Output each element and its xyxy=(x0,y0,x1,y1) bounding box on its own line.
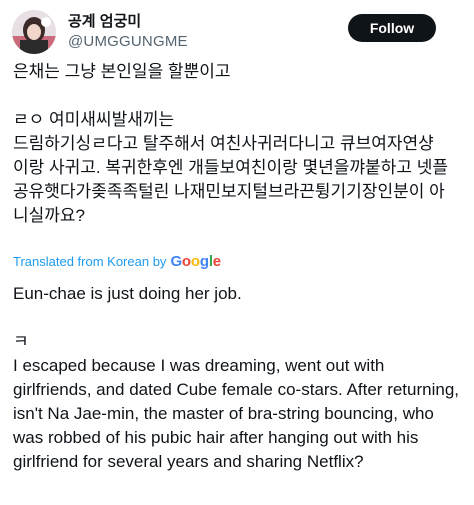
google-logo-letter: G xyxy=(170,253,182,270)
google-logo: Google xyxy=(170,252,221,272)
translated-line: Eun-chae is just doing her job. xyxy=(13,284,242,303)
user-names: 공계 엄궁미 @UMGGUNGME xyxy=(68,12,188,52)
google-logo-letter: o xyxy=(181,253,191,270)
tweet-line: 이랑 사귀고. 복귀한후엔 개들보여친이랑 몇년을꺄붙하고 넷플 xyxy=(13,158,448,177)
google-logo-letter: o xyxy=(190,253,200,270)
google-logo-letter: e xyxy=(212,253,221,270)
tweet-line: 니실까요? xyxy=(13,206,86,225)
tweet-line: 드림하기싱ㄹ다고 탈주해서 여친사귀러다니고 큐브여자연샹 xyxy=(13,134,434,153)
tweet-line: ㄹㅇ 여미새씨발새끼는 xyxy=(13,110,175,129)
google-logo-letter: g xyxy=(199,253,209,270)
tweet-header: 공계 엄궁미 @UMGGUNGME Follow xyxy=(12,10,462,54)
tweet-line: 공유햇다가좆족족털린 나재민보지털브라끈튕기기장인분이 아 xyxy=(13,182,445,201)
translated-from-note[interactable]: Translated from Korean by Google xyxy=(13,252,221,272)
avatar-image xyxy=(12,10,56,54)
translated-from-label: Translated from Korean by xyxy=(13,254,167,269)
user-handle[interactable]: @UMGGUNGME xyxy=(68,32,188,52)
translated-line: ㅋ xyxy=(13,332,29,351)
translated-text: Eun-chae is just doing her job. ㅋ I esca… xyxy=(13,282,463,474)
tweet-text: 은채는 그냥 본인일을 할뿐이고 ㄹㅇ 여미새씨발새끼는 드림하기싱ㄹ다고 탈주… xyxy=(13,60,465,228)
avatar[interactable] xyxy=(12,10,56,54)
follow-button[interactable]: Follow xyxy=(348,14,436,42)
display-name[interactable]: 공계 엄궁미 xyxy=(68,12,188,32)
translated-line: I escaped because I was dreaming, went o… xyxy=(13,356,460,471)
tweet-line: 은채는 그냥 본인일을 할뿐이고 xyxy=(13,62,231,81)
